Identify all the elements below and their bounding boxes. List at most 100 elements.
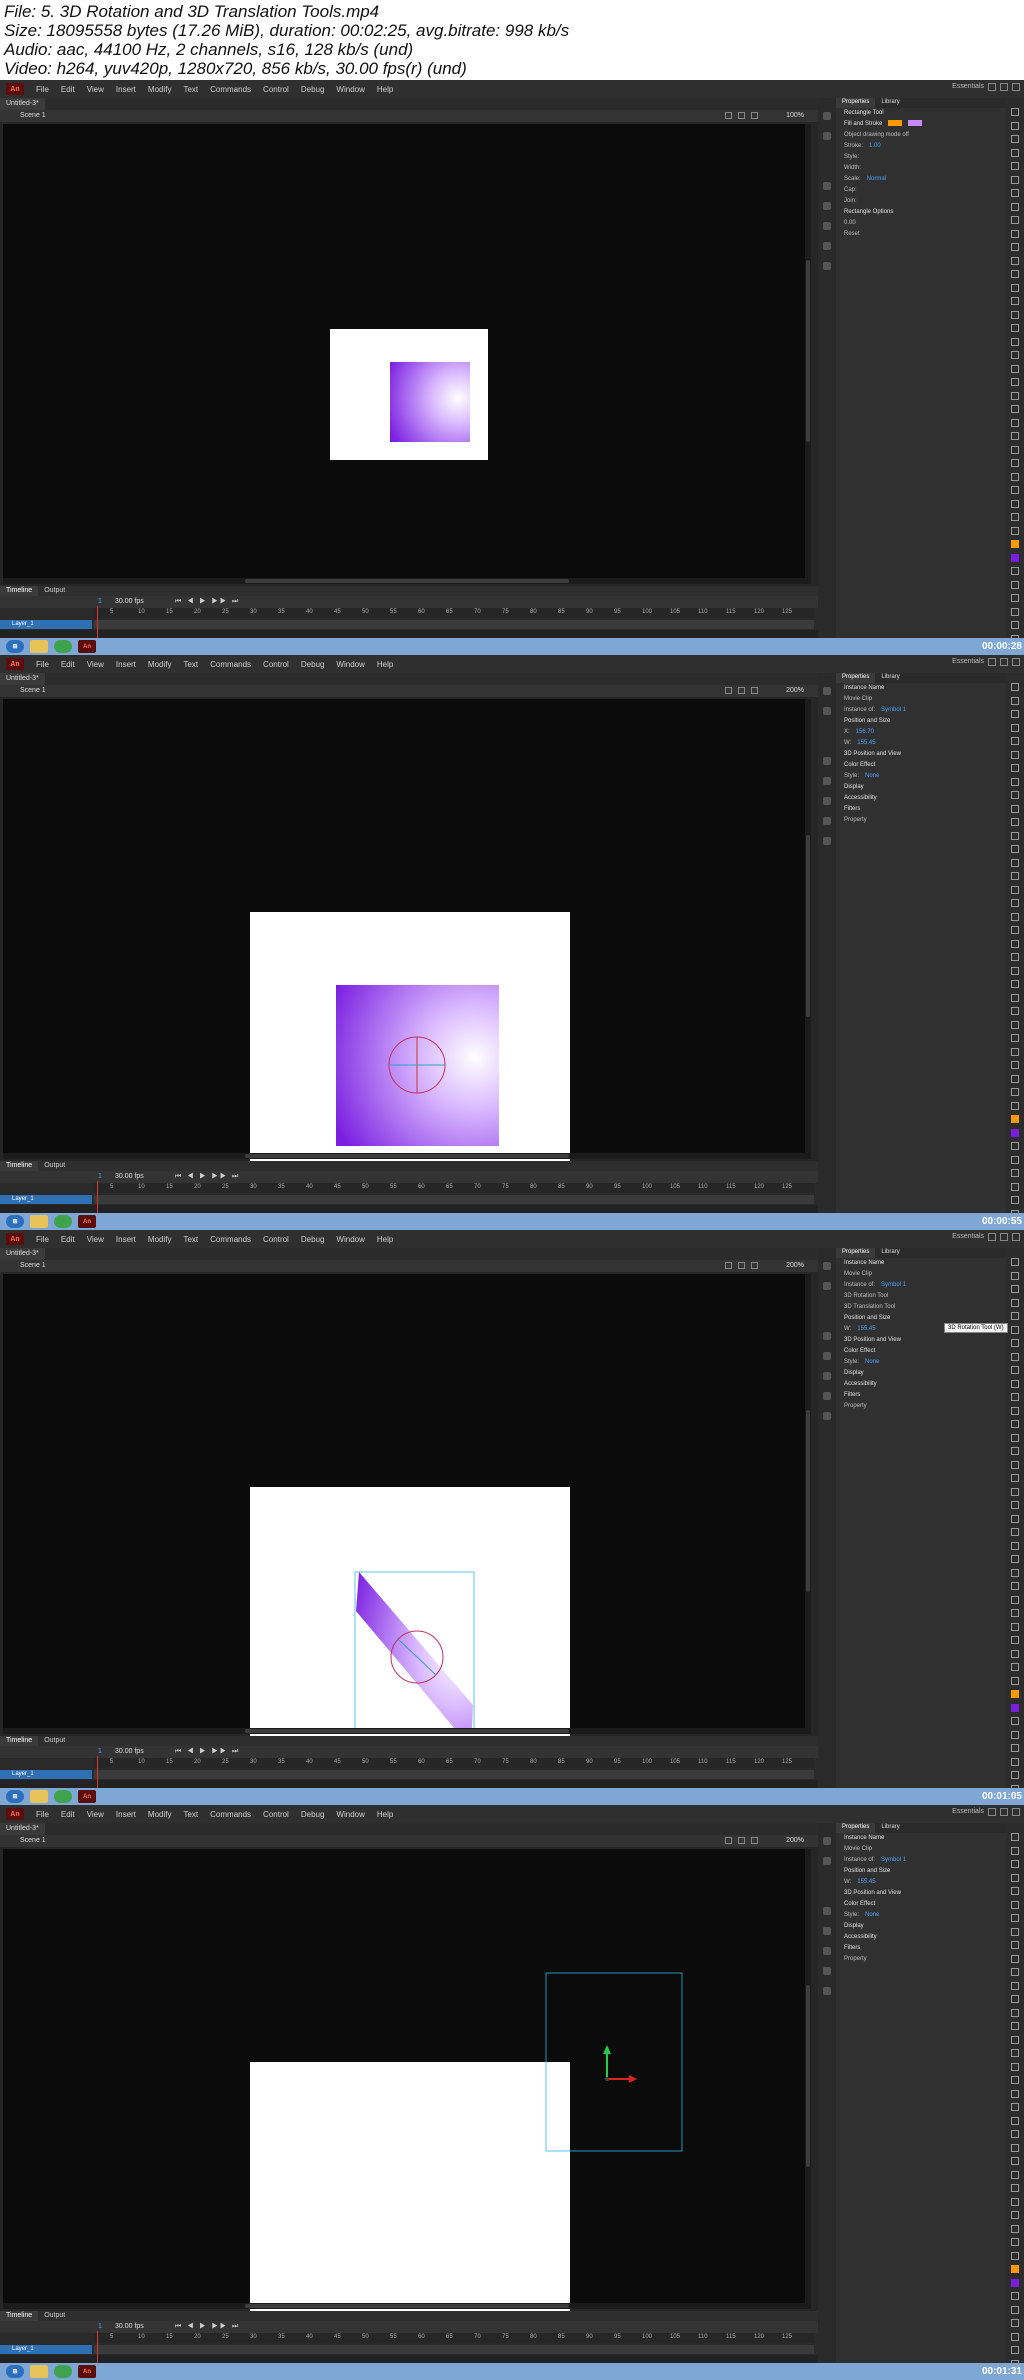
snap-icon[interactable]	[725, 687, 732, 694]
tool-icon[interactable]	[1011, 1487, 1019, 1496]
tab-properties[interactable]: Properties	[836, 1823, 876, 1833]
minimize-button[interactable]	[988, 83, 996, 91]
tool-icon[interactable]	[1011, 1873, 1019, 1882]
panel-icon-1[interactable]	[823, 1857, 831, 1865]
panel-icon-0[interactable]	[823, 112, 831, 120]
tool-icon[interactable]	[1011, 1622, 1019, 1631]
tool-icon[interactable]	[1011, 1690, 1019, 1698]
tool-icon[interactable]	[1011, 1846, 1019, 1855]
property-row[interactable]: Property	[836, 1954, 1006, 1965]
panel-icon-5[interactable]	[823, 817, 831, 825]
layer-frames[interactable]	[94, 1770, 814, 1779]
tool-icon[interactable]	[1011, 526, 1019, 535]
close-button[interactable]	[1012, 658, 1020, 666]
layer-frames[interactable]	[94, 1195, 814, 1204]
property-row[interactable]: Movie Clip	[836, 694, 1006, 705]
tool-icon[interactable]	[1011, 2238, 1019, 2246]
tool-icon[interactable]	[1011, 953, 1019, 961]
tool-icon[interactable]	[1011, 1285, 1019, 1293]
playback-controls[interactable]: ⏮ ◀ ▶ ▶▶ ⏭	[175, 598, 240, 606]
menu-item-commands[interactable]: Commands	[204, 1235, 257, 1244]
maximize-button[interactable]	[1000, 1808, 1008, 1816]
menu-item-view[interactable]: View	[81, 660, 110, 669]
panel-icon-6[interactable]	[823, 262, 831, 270]
vertical-scrollbar[interactable]	[805, 699, 811, 1153]
tool-icon[interactable]	[1011, 499, 1019, 508]
panel-icon-4[interactable]	[823, 797, 831, 805]
tool-icon[interactable]	[1011, 364, 1019, 373]
chrome-icon[interactable]	[54, 640, 72, 653]
tool-icon[interactable]	[1011, 1941, 1019, 1949]
menu-item-help[interactable]: Help	[371, 85, 399, 94]
tab-output[interactable]: Output	[38, 1161, 71, 1171]
tool-icon[interactable]	[1011, 1582, 1019, 1590]
property-sect[interactable]: Color Effect	[836, 1346, 1006, 1357]
property-sect[interactable]: Rectangle Options	[836, 207, 1006, 218]
property-row[interactable]: X: 156.70	[836, 727, 1006, 738]
chrome-icon[interactable]	[54, 2365, 72, 2378]
tool-icon[interactable]	[1011, 1196, 1019, 1204]
tool-icon[interactable]	[1011, 2224, 1019, 2233]
animate-taskbar-icon[interactable]: An	[78, 1215, 96, 1228]
snap-icon[interactable]	[725, 112, 732, 119]
property-value[interactable]: Symbol 1	[881, 1857, 906, 1863]
tool-icon[interactable]	[1011, 594, 1019, 602]
menu-item-file[interactable]: File	[30, 1235, 55, 1244]
tool-icon[interactable]	[1011, 764, 1019, 772]
scroll-thumb[interactable]	[245, 1154, 569, 1158]
tool-icon[interactable]	[1011, 391, 1019, 400]
property-row[interactable]: Style:	[836, 152, 1006, 163]
tool-icon[interactable]	[1011, 2116, 1019, 2125]
tool-icon[interactable]	[1011, 2346, 1019, 2354]
property-value[interactable]: 155.45	[857, 1326, 875, 1332]
tool-icon[interactable]	[1011, 683, 1019, 691]
maximize-button[interactable]	[1000, 658, 1008, 666]
maximize-button[interactable]	[1000, 1233, 1008, 1241]
panel-icon-0[interactable]	[823, 1837, 831, 1845]
document-tab[interactable]: Untitled-3*	[0, 1248, 45, 1260]
tool-icon[interactable]	[1011, 1406, 1019, 1415]
tool-icon[interactable]	[1011, 310, 1019, 319]
tool-icon[interactable]	[1011, 2278, 1019, 2287]
tool-icon[interactable]	[1011, 121, 1019, 130]
panel-icon-1[interactable]	[823, 707, 831, 715]
center-stage-icon[interactable]	[751, 112, 758, 119]
tool-icon[interactable]	[1011, 459, 1019, 467]
tool-icon[interactable]	[1011, 405, 1019, 413]
frame-rate[interactable]: 30.00 fps	[115, 2323, 144, 2330]
property-row[interactable]: Movie Clip	[836, 1844, 1006, 1855]
panel-icon-1[interactable]	[823, 1282, 831, 1290]
tool-icon[interactable]	[1011, 540, 1019, 548]
tool-icon[interactable]	[1011, 1433, 1019, 1442]
tool-icon[interactable]	[1011, 1034, 1019, 1042]
tool-icon[interactable]	[1011, 804, 1019, 813]
tool-icon[interactable]	[1011, 432, 1019, 440]
panel-icon-3[interactable]	[823, 1352, 831, 1360]
panel-icon-0[interactable]	[823, 687, 831, 695]
tool-icon[interactable]	[1011, 858, 1019, 867]
tool-icon[interactable]	[1011, 2049, 1019, 2057]
menu-item-file[interactable]: File	[30, 1810, 55, 1819]
minimize-button[interactable]	[988, 1808, 996, 1816]
tool-icon[interactable]	[1011, 1730, 1019, 1739]
tool-icon[interactable]	[1011, 1703, 1019, 1712]
tool-icon[interactable]	[1011, 108, 1019, 116]
panel-icon-5[interactable]	[823, 1967, 831, 1975]
scene-label[interactable]: Scene 1	[20, 1837, 46, 1844]
tool-icon[interactable]	[1011, 1258, 1019, 1266]
property-value[interactable]: 1.00	[869, 143, 881, 149]
tool-icon[interactable]	[1011, 2197, 1019, 2206]
tool-icon[interactable]	[1011, 1887, 1019, 1895]
tab-timeline[interactable]: Timeline	[0, 1161, 39, 1171]
tool-icon[interactable]	[1011, 135, 1019, 143]
layer-frames[interactable]	[94, 620, 814, 629]
tool-icon[interactable]	[1011, 2265, 1019, 2273]
property-value[interactable]: 155.45	[857, 1879, 875, 1885]
property-row[interactable]: Style: None	[836, 1357, 1006, 1368]
property-row[interactable]: W: 155.45	[836, 738, 1006, 749]
tool-icon[interactable]	[1011, 2103, 1019, 2111]
tool-icon[interactable]	[1011, 1927, 1019, 1936]
menu-item-edit[interactable]: Edit	[55, 1810, 81, 1819]
property-row[interactable]: Instance of: Symbol 1	[836, 705, 1006, 716]
fill-color-swatch[interactable]	[908, 120, 923, 127]
